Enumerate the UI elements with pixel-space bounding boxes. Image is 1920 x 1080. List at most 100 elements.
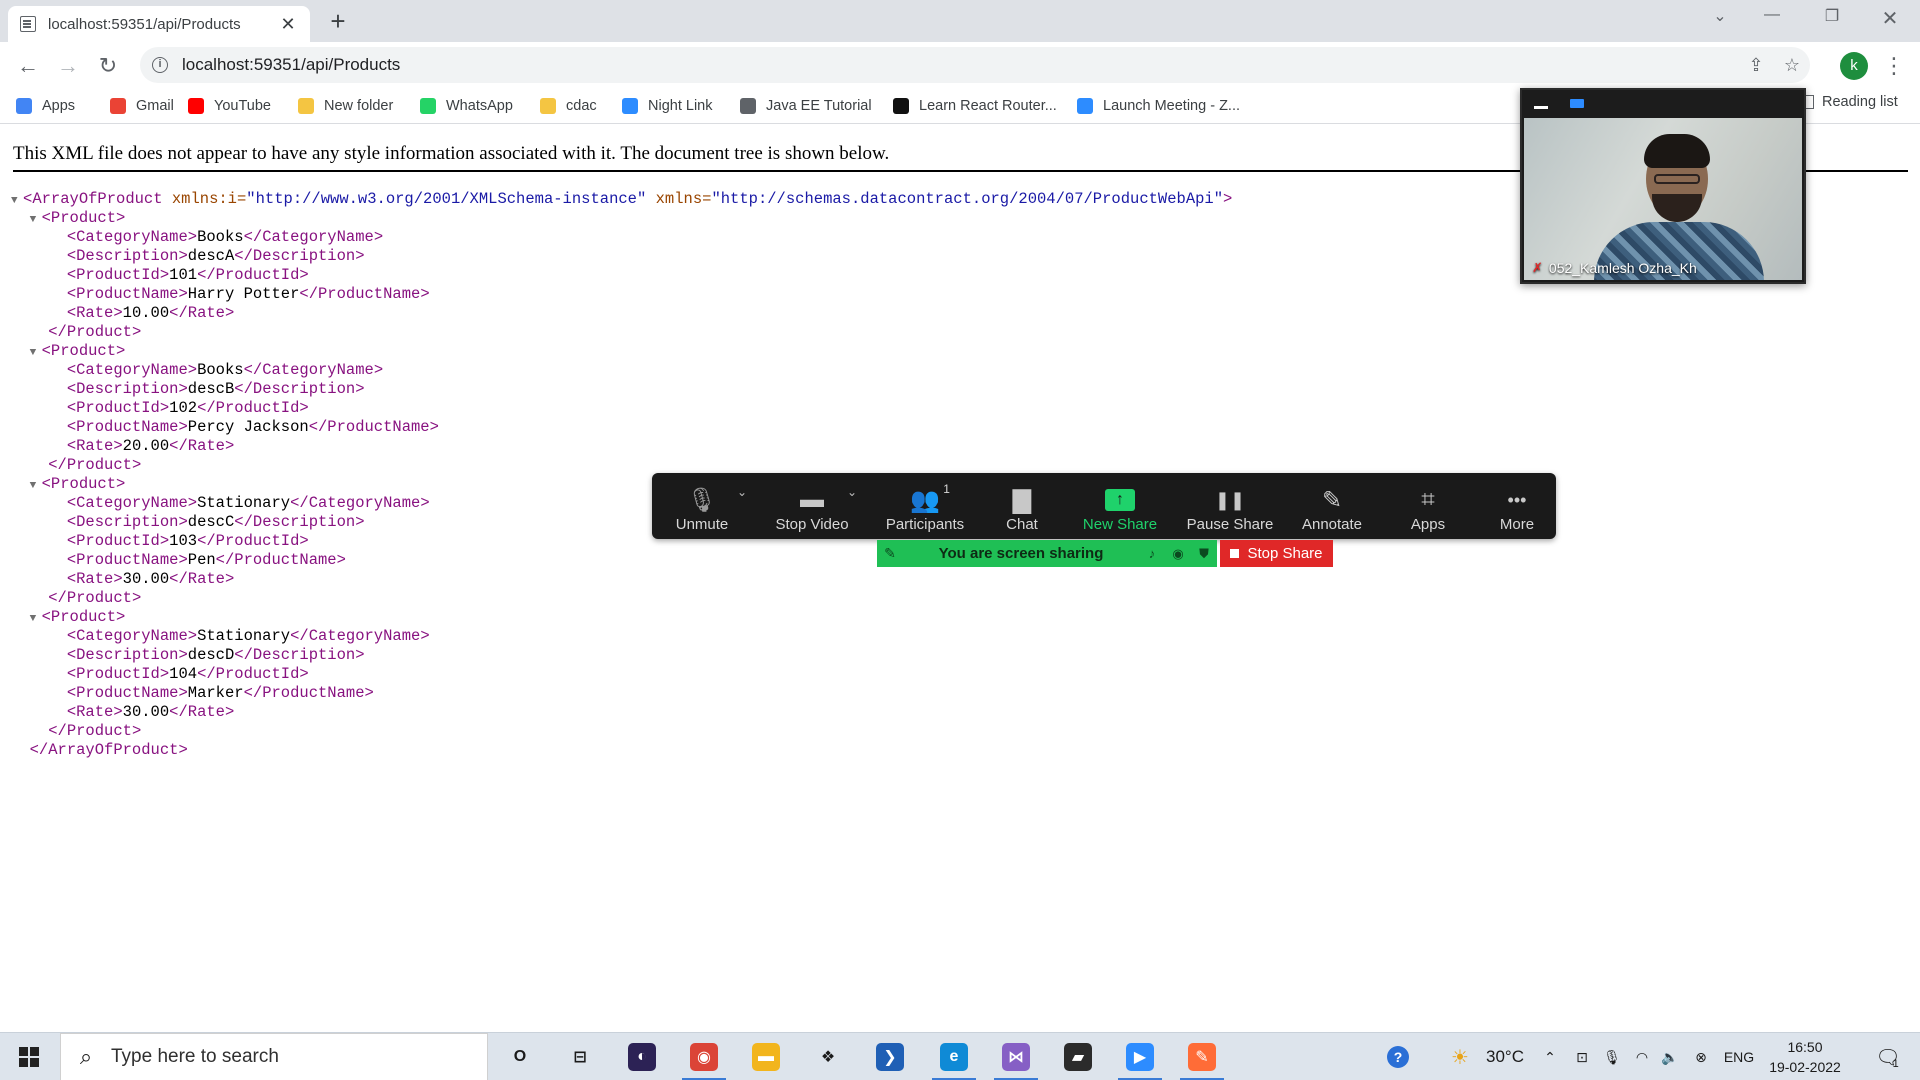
share-icon[interactable]: ⇪ (1738, 55, 1774, 76)
xml-field-tag: Rate (187, 570, 225, 588)
taskbar-dropbox[interactable]: ❖ (800, 1033, 856, 1080)
window-close-button[interactable]: ✕ (1870, 6, 1910, 31)
taskbar-clock[interactable]: 16:50 19-02-2022 (1760, 1037, 1850, 1077)
help-icon[interactable]: ? (1378, 1033, 1418, 1080)
taskbar-powershell[interactable]: ❯ (862, 1033, 918, 1080)
reading-list-button[interactable]: Reading list (1800, 94, 1898, 110)
forward-arrow-icon[interactable]: → (52, 50, 84, 82)
weather-temperature[interactable]: 30°C (1480, 1033, 1530, 1080)
language-indicator[interactable]: ENG (1718, 1033, 1760, 1080)
minimize-video-icon[interactable] (1534, 105, 1548, 109)
new-share-button[interactable]: ↑ New Share (1065, 473, 1175, 539)
browser-tab[interactable]: localhost:59351/api/Products ✕ (8, 6, 310, 42)
participants-button[interactable]: 👥 1 Participants (870, 473, 980, 539)
xml-field-line: <CategoryName>Books</CategoryName> (11, 228, 1232, 247)
xml-bracket: > (373, 228, 384, 246)
taskbar-task-switch[interactable]: ⊟ (552, 1033, 608, 1080)
bookmark-9[interactable]: Launch Meeting - Z... (1077, 94, 1240, 118)
bookmark-8[interactable]: Learn React Router... (893, 94, 1057, 118)
xml-product-tag: Product (66, 323, 132, 341)
xml-bracket: > (159, 532, 170, 550)
xml-bracket: > (113, 570, 123, 588)
react-router-icon (893, 98, 909, 114)
xml-bracket: > (178, 513, 188, 531)
options-chevron-icon[interactable]: ⌄ (737, 485, 747, 499)
xml-bracket: </ (234, 380, 253, 398)
taskbar-edge[interactable]: e (926, 1033, 982, 1080)
xml-bracket: > (178, 741, 188, 759)
unmute-button[interactable]: 🎙 Unmute ⌄ (647, 473, 757, 539)
chat-button[interactable]: ▇ Chat (967, 473, 1077, 539)
xml-product-open: ▼ <Product> (11, 209, 1232, 228)
tab-close-button[interactable]: ✕ (278, 14, 298, 35)
more-button[interactable]: ••• More (1462, 473, 1572, 539)
stop-video-button[interactable]: ▬ Stop Video ⌄ (757, 473, 867, 539)
new-tab-button[interactable]: + (324, 7, 352, 35)
taskbar-visual-studio[interactable]: ⋈ (988, 1033, 1044, 1080)
video-view-icon[interactable] (1570, 98, 1584, 108)
xml-indent (11, 209, 30, 227)
bookmark-5[interactable]: cdac (540, 94, 597, 118)
wifi-icon[interactable]: ◠ (1628, 1033, 1656, 1080)
taskbar-eclipse[interactable]: ◐ (614, 1033, 670, 1080)
bookmark-0[interactable]: Apps (16, 94, 75, 118)
bookmark-star-icon[interactable]: ☆ (1774, 55, 1810, 76)
options-chevron-icon[interactable]: ⌄ (847, 485, 857, 499)
microphone-icon[interactable]: 🎙 (1598, 1033, 1626, 1080)
taskbar-chrome[interactable]: ◉ (676, 1033, 732, 1080)
browser-menu-icon[interactable]: ⋮ (1882, 50, 1906, 82)
taskbar-zoom[interactable]: ▶ (1112, 1033, 1168, 1080)
xml-bracket: < (66, 684, 77, 702)
bookmark-label: Java EE Tutorial (766, 98, 872, 114)
xml-product-tag: Product (50, 608, 117, 626)
edge-icon: e (940, 1043, 968, 1071)
xml-indent (11, 494, 67, 512)
bookmark-7[interactable]: Java EE Tutorial (740, 94, 872, 118)
taskbar-file-explorer[interactable]: ▬ (738, 1033, 794, 1080)
xml-bracket: > (420, 494, 430, 512)
bookmark-2[interactable]: YouTube (188, 94, 271, 118)
address-bar[interactable]: i localhost:59351/api/Products ⇪ ☆ (140, 47, 1810, 83)
device-icon[interactable]: ⊡ (1568, 1033, 1596, 1080)
window-minimize-button[interactable]: — (1752, 6, 1792, 24)
bookmark-3[interactable]: New folder (298, 94, 393, 118)
search-icon: ⌕ (79, 1044, 93, 1069)
profile-avatar[interactable]: k (1840, 52, 1868, 80)
weather-sun-icon[interactable]: ☀ (1442, 1033, 1478, 1080)
tab-search-chevron-icon[interactable]: ⌄ (1700, 6, 1740, 26)
stop-share-label: Stop Share (1247, 545, 1323, 562)
bookmark-4[interactable]: WhatsApp (420, 94, 513, 118)
xml-field-line: <ProductName>Harry Potter</ProductName> (11, 285, 1232, 304)
taskbar-postman[interactable]: ✎ (1174, 1033, 1230, 1080)
pause-share-button[interactable]: ❚❚ Pause Share (1175, 473, 1285, 539)
taskbar-search-box[interactable]: ⌕ Type here to search (60, 1033, 488, 1080)
notification-center-button[interactable]: 🗨 1 (1862, 1033, 1912, 1080)
window-restore-button[interactable]: ❐ (1812, 6, 1852, 26)
network-error-icon[interactable]: ⊗ (1686, 1033, 1716, 1080)
pin-icon[interactable]: ✎ (877, 545, 903, 562)
reload-icon[interactable]: ↻ (92, 50, 124, 82)
address-url[interactable]: localhost:59351/api/Products (182, 55, 1738, 75)
xml-bracket: </ (169, 437, 188, 455)
xml-space (646, 190, 655, 208)
control-label: Chat (1006, 516, 1038, 533)
xml-attr-name: xmlns (655, 190, 703, 208)
bookmark-6[interactable]: Night Link (622, 94, 712, 118)
show-hidden-icons-icon[interactable]: ⌃ (1536, 1033, 1564, 1080)
start-button[interactable] (0, 1033, 58, 1080)
zoom-video-thumbnail[interactable]: ✗ 052_Kamlesh Ozha_Kh (1520, 88, 1806, 284)
taskbar-task-view[interactable]: O (492, 1033, 548, 1080)
bookmark-1[interactable]: Gmail (110, 94, 174, 118)
xml-indent (11, 456, 48, 474)
more-dots-icon: ••• (1507, 489, 1527, 510)
notification-count: 1 (1892, 1058, 1899, 1070)
xml-bracket: < (66, 285, 77, 303)
annotate-button[interactable]: ✎ Annotate (1277, 473, 1387, 539)
back-arrow-icon[interactable]: ← (12, 50, 44, 82)
stop-share-button[interactable]: Stop Share (1220, 540, 1333, 567)
volume-icon[interactable]: 🔈 (1656, 1033, 1684, 1080)
taskbar-sticky-notes[interactable]: ▰ (1050, 1033, 1106, 1080)
xml-indent (11, 551, 67, 569)
control-label: More (1499, 516, 1535, 533)
site-info-icon[interactable]: i (152, 57, 168, 73)
